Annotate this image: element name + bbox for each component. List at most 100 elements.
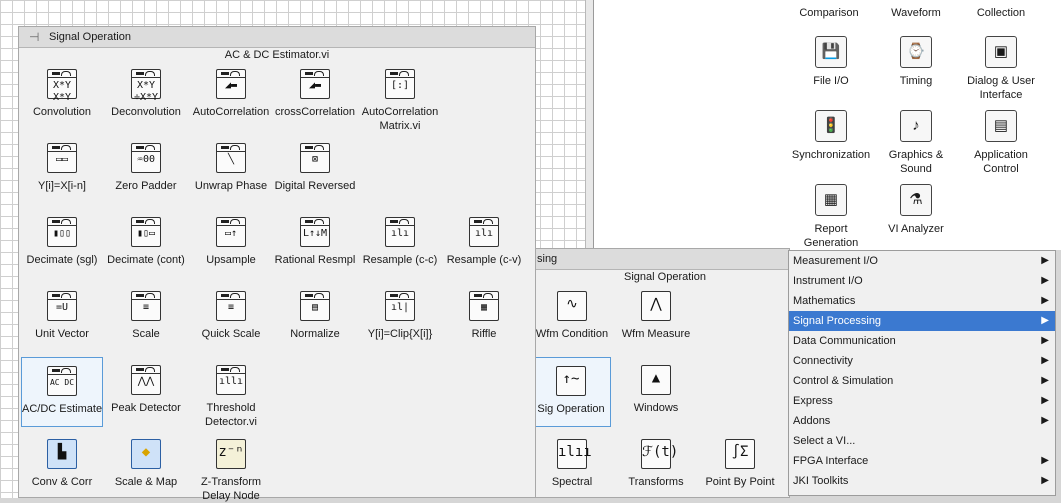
- resample-cc-icon: ılı: [385, 217, 415, 247]
- peak-detector-icon: ⋀⋀: [131, 365, 161, 395]
- item-label: AC/DC Estimate: [22, 403, 103, 415]
- palette-item-riffle[interactable]: ▦ Riffle: [443, 283, 525, 353]
- item-label: Peak Detector: [111, 402, 181, 414]
- palette-item-sig-operation[interactable]: ↑~ Sig Operation: [531, 357, 611, 427]
- palette-item-windows[interactable]: ▲ Windows: [615, 357, 697, 427]
- palette-item-scale[interactable]: ≡ Scale: [105, 283, 187, 353]
- menu-item-control-simulation[interactable]: Control & Simulation ▶: [789, 371, 1055, 391]
- palette-item-resample-cv[interactable]: ılı Resample (c-v): [443, 209, 525, 279]
- palette-header: ⊣ Signal Operation: [19, 27, 535, 48]
- item-label: Spectral: [551, 476, 593, 488]
- chevron-right-icon: ▶: [1041, 255, 1049, 266]
- item-label: Deconvolution: [111, 106, 181, 118]
- item-label: Scale: [132, 328, 160, 340]
- dialog-icon: ▣: [985, 36, 1017, 68]
- menu-item-label: Control & Simulation: [793, 375, 894, 387]
- item-label: Unwrap Phase: [194, 180, 268, 192]
- vi-analyzer-icon: ⚗: [900, 184, 932, 216]
- label-line2: Control: [983, 163, 1019, 175]
- palette-item-wfm-measure[interactable]: ⋀ Wfm Measure: [615, 283, 697, 353]
- menu-item-addons[interactable]: Addons ▶: [789, 411, 1055, 431]
- convolution-icon: X*Y X*Y: [47, 69, 77, 103]
- item-label: Synchronization: [791, 149, 871, 161]
- item-label: Unit Vector: [35, 328, 89, 340]
- menu-item-instrument-io[interactable]: Instrument I/O ▶: [789, 271, 1055, 291]
- menu-item-jki-toolkits[interactable]: JKI Toolkits ▶: [789, 471, 1055, 491]
- palette-item-shift[interactable]: ▭▭ Y[i]=X[i-n]: [21, 135, 103, 205]
- chevron-right-icon: ▶: [1041, 455, 1049, 466]
- pin-icon[interactable]: ⊣: [29, 30, 39, 44]
- palette-item-decimate-cont[interactable]: ▮▯▭ Decimate (cont): [105, 209, 187, 279]
- palette-item-upsample[interactable]: ▭↑ Upsample: [190, 209, 272, 279]
- palette-subtitle: Signal Operation: [624, 271, 706, 283]
- palette-item-z-transform[interactable]: z⁻ⁿ Z-Transform Delay Node: [190, 431, 272, 502]
- menu-item-label: Connectivity: [793, 355, 853, 367]
- menu-item-signal-processing[interactable]: Signal Processing ▶: [789, 311, 1055, 331]
- item-label: Wfm Measure: [621, 328, 691, 340]
- menu-item-measurement-io[interactable]: Measurement I/O ▶: [789, 251, 1055, 271]
- palette-item-digital-reversed[interactable]: ⊠ Digital Reversed: [274, 135, 356, 205]
- item-label: Decimate (cont): [107, 254, 185, 266]
- palette-item-unwrap-phase[interactable]: ╲ Unwrap Phase: [190, 135, 272, 205]
- palette-item-spectral[interactable]: ılıı Spectral: [531, 431, 613, 501]
- palette-item-point-by-point[interactable]: ∫Σ Point By Point: [699, 431, 781, 501]
- item-label: Transforms: [628, 476, 684, 488]
- menu-item-mathematics[interactable]: Mathematics ▶: [789, 291, 1055, 311]
- item-label: Convolution: [32, 106, 92, 118]
- palette-item-deconvolution[interactable]: X*Y ÷X*Y Deconvolution: [105, 61, 187, 131]
- menu-item-label: Addons: [793, 415, 831, 427]
- palette-item-conv-corr[interactable]: ▙ Conv & Corr: [21, 431, 103, 501]
- file-io-icon: 💾: [815, 36, 847, 68]
- menu-item-connectivity[interactable]: Connectivity ▶: [789, 351, 1055, 371]
- conv-corr-icon: ▙: [47, 439, 77, 469]
- palette-item-unit-vector[interactable]: =U Unit Vector: [21, 283, 103, 353]
- shift-icon: ▭▭: [47, 143, 77, 173]
- crosscorrelation-icon: ◢▬: [300, 69, 330, 99]
- threshold-detector-icon: ıllı: [216, 365, 246, 395]
- scale-icon: ≡: [131, 291, 161, 321]
- palette-item-resample-cc[interactable]: ılı Resample (c-c): [359, 209, 441, 279]
- item-label: Decimate (sgl): [26, 254, 98, 266]
- graphics-sound-icon: ♪: [900, 110, 932, 142]
- palette-title: sing: [537, 253, 558, 265]
- item-label: Y[i]=X[i-n]: [38, 180, 86, 192]
- item-label: Conv & Corr: [31, 476, 93, 488]
- chevron-right-icon: ▶: [1041, 475, 1049, 486]
- item-label: AutoCorrelation: [192, 106, 270, 118]
- palette-item-quick-scale[interactable]: ≡ Quick Scale: [190, 283, 272, 353]
- palette-item-normalize[interactable]: ▤ Normalize: [274, 283, 356, 353]
- palette-item-peak-detector[interactable]: ⋀⋀ Peak Detector: [105, 357, 187, 427]
- menu-item-fpga-interface[interactable]: FPGA Interface ▶: [789, 451, 1055, 471]
- palette-item-rational-resmpl[interactable]: L↑↓M Rational Resmpl: [274, 209, 356, 279]
- item-label: Waveform: [891, 7, 941, 19]
- palette-item-autocorrelation-matrix[interactable]: [:] AutoCorrelation Matrix.vi: [359, 61, 441, 132]
- item-label: Riffle: [471, 328, 497, 340]
- deconvolution-icon: X*Y ÷X*Y: [131, 69, 161, 103]
- item-label: Timing: [899, 75, 933, 87]
- palette-item-decimate-sgl[interactable]: ▮▯▯ Decimate (sgl): [21, 209, 103, 279]
- item-label-line2: Detector.vi: [205, 416, 257, 428]
- functions-category-menu: Measurement I/O ▶ Instrument I/O ▶ Mathema…: [788, 250, 1056, 496]
- menu-item-select-a-vi[interactable]: Select a VI...: [789, 431, 1055, 451]
- item-label: Resample (c-c): [362, 254, 438, 266]
- palette-item-scale-map[interactable]: ◆ Scale & Map: [105, 431, 187, 501]
- menu-item-label: Data Communication: [793, 335, 896, 347]
- autocorrelation-matrix-icon: [:]: [385, 69, 415, 99]
- palette-item-zero-padder[interactable]: ♒00 Zero Padder: [105, 135, 187, 205]
- palette-item-clip[interactable]: ıl| Y[i]=Clip{X[i]}: [359, 283, 441, 353]
- menu-item-data-communication[interactable]: Data Communication ▶: [789, 331, 1055, 351]
- palette-item-acdc-estimate[interactable]: AC DC AC/DC Estimate: [21, 357, 103, 427]
- menu-item-express[interactable]: Express ▶: [789, 391, 1055, 411]
- report-generation-icon: ▦: [815, 184, 847, 216]
- item-label: Sig Operation: [537, 403, 605, 415]
- palette-item-transforms[interactable]: ℱ(t) Transforms: [615, 431, 697, 501]
- autocorrelation-icon: ◢▬: [216, 69, 246, 99]
- palette-item-threshold-detector[interactable]: ıllı Threshold Detector.vi: [190, 357, 272, 428]
- palette-item-crosscorrelation[interactable]: ◢▬ crossCorrelation: [274, 61, 356, 131]
- palette-item-convolution[interactable]: X*Y X*Y Convolution: [21, 61, 103, 131]
- item-label: VI Analyzer: [888, 223, 944, 235]
- palette-item-autocorrelation[interactable]: ◢▬ AutoCorrelation: [190, 61, 272, 131]
- item-label: Z-Transform: [200, 476, 262, 488]
- scale-map-icon: ◆: [131, 439, 161, 469]
- palette-item-wfm-condition[interactable]: ∿ Wfm Condition: [531, 283, 613, 353]
